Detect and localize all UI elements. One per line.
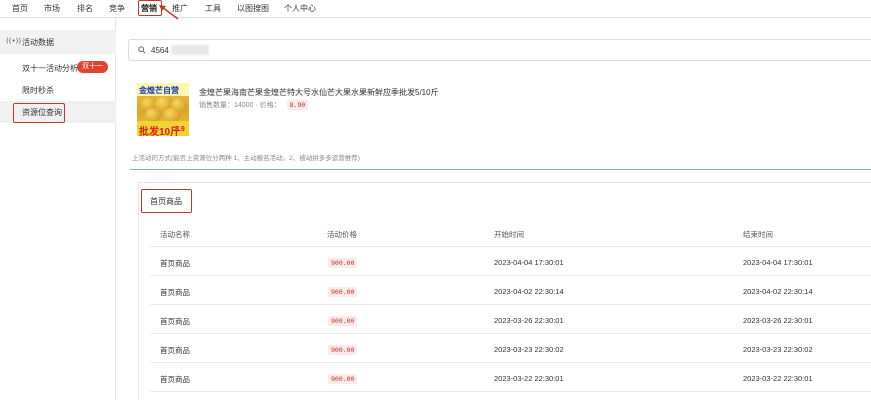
cell-end-time: 2023-03-22 22:30:01 [743, 374, 813, 383]
cell-start-time: 2023-03-26 22:30:01 [494, 316, 564, 325]
header-divider [150, 246, 871, 247]
product-image[interactable]: 金煌芒自营 批发10斤 8.9 [137, 83, 189, 136]
product-image-footer: 批发10斤 8.9 [137, 121, 189, 136]
nav-item-ranking[interactable]: 排名 [77, 3, 93, 14]
sidebar-header: ((•)) 活动数据 [0, 30, 116, 54]
product-image-footer-price: 8.9 [175, 126, 185, 133]
column-header-start-time: 开始时间 [494, 230, 524, 239]
table-row-divider [150, 391, 871, 392]
cell-activity-price: 900.00 [328, 316, 358, 326]
nav-item-market[interactable]: 市场 [44, 3, 60, 14]
search-redacted [171, 45, 209, 55]
cell-activity-price: 900.00 [328, 287, 358, 297]
product-image-banner: 金煌芒自营 [137, 83, 189, 96]
product-image-footer-text: 批发10斤 [139, 127, 181, 136]
nav-item-image-search[interactable]: 以图搜图 [237, 3, 269, 14]
cell-activity-price: 900.00 [328, 258, 358, 268]
cell-activity-name: 首页商品 [160, 346, 190, 355]
cell-start-time: 2023-04-02 22:30:14 [494, 287, 564, 296]
cell-activity-price: 900.00 [328, 345, 358, 355]
nav-item-home[interactable]: 首页 [12, 3, 28, 14]
cell-activity-name: 首页商品 [160, 375, 190, 384]
sidebar-header-label: 活动数据 [22, 38, 54, 47]
cell-end-time: 2023-03-23 22:30:02 [743, 345, 813, 354]
table-row-divider [150, 362, 871, 363]
cell-start-time: 2023-04-04 17:30:01 [494, 258, 564, 267]
cell-end-time: 2023-03-26 22:30:01 [743, 316, 813, 325]
cell-start-time: 2023-03-23 22:30:02 [494, 345, 564, 354]
column-header-activity-name: 活动名称 [160, 230, 190, 239]
product-sales: 销售数量：14000 [199, 102, 254, 109]
cell-activity-name: 首页商品 [160, 288, 190, 297]
sidebar-item-double11[interactable]: 双十一活动分析 [22, 63, 78, 74]
sidebar: ((•)) 活动数据 双十一活动分析 双十一 限时秒杀 资源位查询 [0, 18, 116, 400]
cell-end-time: 2023-04-02 22:30:14 [743, 287, 813, 296]
nav-item-personal-center[interactable]: 个人中心 [284, 3, 316, 14]
top-nav: 首页 市场 排名 竞争 营销 推广 工具 以图搜图 个人中心 [0, 0, 871, 18]
search-box[interactable]: 4564 [128, 39, 871, 61]
table-row-divider [150, 275, 871, 276]
card-title: 首页商品 [150, 197, 182, 206]
cell-end-time: 2023-04-04 17:30:01 [743, 258, 813, 267]
broadcast-icon: ((•)) [6, 37, 22, 45]
meta-separator: · [255, 102, 258, 109]
cell-activity-name: 首页商品 [160, 317, 190, 326]
nav-item-tools[interactable]: 工具 [205, 3, 221, 14]
column-header-activity-price: 活动价格 [327, 230, 357, 239]
cell-start-time: 2023-03-22 22:30:01 [494, 374, 564, 383]
section-divider [130, 169, 871, 170]
sidebar-item-flash-sale[interactable]: 限时秒杀 [22, 85, 54, 96]
table-row-divider [150, 304, 871, 305]
search-input[interactable]: 4564 [151, 46, 169, 55]
column-header-end-time: 结束时间 [743, 230, 773, 239]
sidebar-selected-highlight [13, 103, 65, 123]
arrow-pointer-icon [159, 5, 179, 20]
cell-activity-price: 900.00 [328, 374, 358, 384]
product-price-label: 价格： [259, 102, 281, 109]
product-title[interactable]: 金煌芒果海南芒果金煌芒特大号水仙芒大果水果新鲜应季批发5/10斤 [199, 87, 439, 98]
cell-activity-name: 首页商品 [160, 259, 190, 268]
product-price: 8.90 [286, 100, 309, 110]
search-icon [138, 46, 146, 54]
double11-badge: 双十一 [77, 61, 108, 73]
activity-note: 上活动的方式(能否上资源位分两种 1、主动报名活动，2、被动拼多多运营推荐) [132, 155, 360, 162]
nav-item-competition[interactable]: 竞争 [109, 3, 125, 14]
product-image-banner-text: 金煌芒自营 [139, 86, 179, 95]
product-meta: 销售数量：14000 · 价格： 8.90 [199, 100, 309, 110]
table-row-divider [150, 333, 871, 334]
